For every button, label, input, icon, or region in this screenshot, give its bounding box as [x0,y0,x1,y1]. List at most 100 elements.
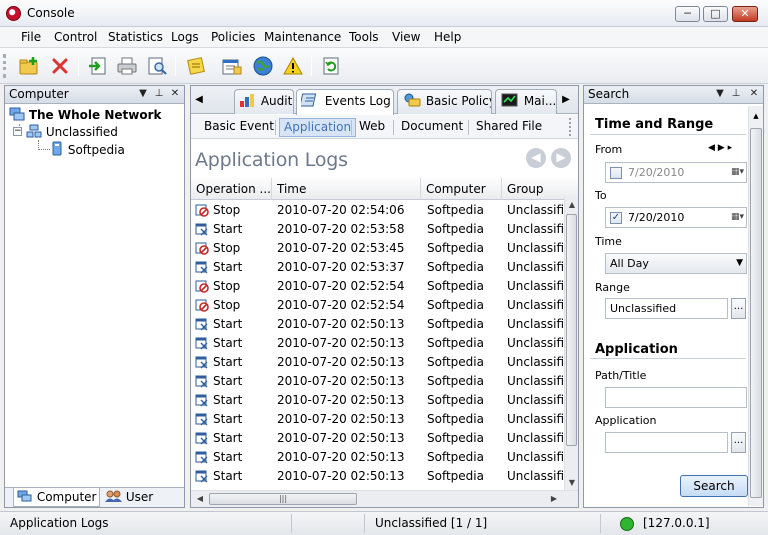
pin-icon[interactable]: ⊥ [729,87,743,101]
from-date-field[interactable]: 7/20/2010 ▦▾ [605,162,747,183]
window-title: Console [27,6,75,20]
menu-statistics[interactable]: Statistics [106,29,165,46]
path-title-input[interactable] [605,387,747,408]
tree-collapse-toggle[interactable]: − [13,127,22,136]
delete-icon[interactable] [47,53,73,79]
subtab-document[interactable]: Document [397,118,467,137]
application-browse-button[interactable]: ... [731,432,746,453]
table-row[interactable]: Start 2010-07-20 02:53:37 Softpedia Unclass… [191,258,564,277]
panel-menu-icon[interactable]: ▼ [136,87,150,101]
search-button[interactable]: Search [680,475,748,497]
from-nav-arrows[interactable]: ◀ ▶ ▸ [708,143,732,153]
new-icon[interactable] [16,53,42,79]
tabs-scroll-right-icon[interactable]: ▶ [561,93,571,107]
table-row[interactable]: Start 2010-07-20 02:50:13 Softpedia Unclass… [191,315,564,334]
next-page-button[interactable]: ▶ [551,148,571,168]
menu-help[interactable]: Help [432,29,463,46]
tabs-scroll-left-icon[interactable]: ◀ [194,93,204,107]
from-checkbox[interactable] [610,167,622,179]
table-row[interactable]: Stop 2010-07-20 02:52:54 Softpedia Unclassi… [191,277,564,296]
report-icon[interactable] [219,53,245,79]
column-operation[interactable]: Operation ... [191,178,272,200]
table-row[interactable]: Start 2010-07-20 02:50:13 Softpedia Unclass… [191,372,564,391]
warning-icon[interactable] [280,53,306,79]
search-panel-scrollbar[interactable]: ▲ [748,106,763,506]
start-icon [195,261,208,274]
maximize-button[interactable]: □ [703,6,728,22]
minimize-button[interactable]: ─ [675,6,700,22]
time-select[interactable]: All Day ▼ [605,253,747,274]
scroll-up-icon[interactable]: ▲ [750,112,762,122]
application-input[interactable] [605,432,728,453]
menu-policies[interactable]: Policies [209,29,257,46]
menu-maintenance[interactable]: Maintenance [262,29,343,46]
vertical-scrollbar[interactable]: ▲ ▼ [564,196,578,491]
tab-computer[interactable]: Computer [13,488,101,507]
note-icon[interactable] [183,53,209,79]
column-time[interactable]: Time [272,178,421,200]
search-scroll-thumb[interactable] [750,128,762,498]
tab-audit[interactable]: Audit [234,89,294,114]
group-cell: Unclassified [507,260,564,274]
scroll-down-icon[interactable]: ▼ [565,476,579,490]
subtab-application[interactable]: Application [279,118,357,137]
table-row[interactable]: Start 2010-07-20 02:50:13 Softpedia Unclass… [191,448,564,467]
to-date-field[interactable]: ✓ 7/20/2010 ▦▾ [605,207,747,228]
tab-events-log[interactable]: Events Log [296,89,394,115]
table-row[interactable]: Start 2010-07-20 02:50:13 Softpedia Unclass… [191,429,564,448]
panel-close-icon[interactable]: ✕ [168,87,182,101]
horizontal-scroll-thumb[interactable]: ||| [209,493,357,505]
subtab-basic-event[interactable]: Basic Event [200,118,278,137]
time-select-value: All Day [610,257,649,270]
subtab-shared-file[interactable]: Shared File [472,118,546,137]
tree-item-whole-network[interactable]: The Whole Network [9,106,161,124]
range-browse-button[interactable]: ... [731,298,746,319]
menu-control[interactable]: Control [52,29,99,46]
import-icon[interactable] [84,53,110,79]
scroll-right-icon[interactable]: ▶ [547,492,561,506]
menu-logs[interactable]: Logs [169,29,201,46]
subtab-web[interactable]: Web [355,118,389,137]
range-field[interactable]: Unclassified [605,298,728,319]
tree-item-softpedia[interactable]: Softpedia [50,141,125,159]
vertical-scroll-thumb[interactable] [566,214,577,446]
tab-maintenance[interactable]: Mai... [495,89,557,114]
pin-icon[interactable]: ⊥ [152,87,166,101]
print-icon[interactable] [114,53,140,79]
print-preview-icon[interactable] [144,53,170,79]
table-row[interactable]: Start 2010-07-20 02:50:13 Softpedia Unclass… [191,391,564,410]
menu-tools[interactable]: Tools [347,29,381,46]
calendar-dropdown-icon[interactable]: ▦▾ [731,208,744,227]
table-row[interactable]: Start 2010-07-20 02:50:13 Softpedia Unclass… [191,410,564,429]
close-button[interactable]: ✕ [732,6,758,22]
table-row[interactable]: Start 2010-07-20 02:50:13 Softpedia Unclass… [191,467,564,486]
refresh-icon[interactable] [318,53,344,79]
tab-user[interactable]: User [102,488,156,507]
calendar-dropdown-icon[interactable]: ▦▾ [731,163,744,182]
tree-item-unclassified[interactable]: Unclassified [26,123,118,141]
panel-close-icon[interactable]: ✕ [747,87,761,101]
left-panel-tabs: Computer User [5,487,184,507]
subtabs-overflow-handle[interactable] [569,118,575,136]
table-row[interactable]: Stop 2010-07-20 02:54:06 Softpedia Unclassi… [191,201,564,220]
column-computer[interactable]: Computer [421,178,502,200]
table-row[interactable]: Stop 2010-07-20 02:52:54 Softpedia Unclassi… [191,296,564,315]
table-row[interactable]: Stop 2010-07-20 02:53:45 Softpedia Unclassi… [191,239,564,258]
toolbar-grip[interactable] [3,54,7,78]
scroll-up-icon[interactable]: ▲ [565,198,579,212]
operation-cell: Stop [213,279,241,293]
table-row[interactable]: Start 2010-07-20 02:50:13 Softpedia Unclass… [191,353,564,372]
menu-view[interactable]: View [390,29,422,46]
scroll-left-icon[interactable]: ◀ [193,492,207,506]
table-row[interactable]: Start 2010-07-20 02:53:58 Softpedia Unclass… [191,220,564,239]
globe-icon[interactable] [250,53,276,79]
horizontal-scrollbar[interactable]: ◀ ||| ▶ [191,490,578,507]
previous-page-button[interactable]: ◀ [526,148,546,168]
menu-file[interactable]: File [19,29,43,46]
computer-cell: Softpedia [427,241,484,255]
computer-cell: Softpedia [427,317,484,331]
panel-menu-icon[interactable]: ▼ [713,87,727,101]
to-checkbox[interactable]: ✓ [610,212,622,224]
tab-basic-policy[interactable]: Basic Policy [397,89,492,114]
table-row[interactable]: Start 2010-07-20 02:50:13 Softpedia Unclass… [191,334,564,353]
